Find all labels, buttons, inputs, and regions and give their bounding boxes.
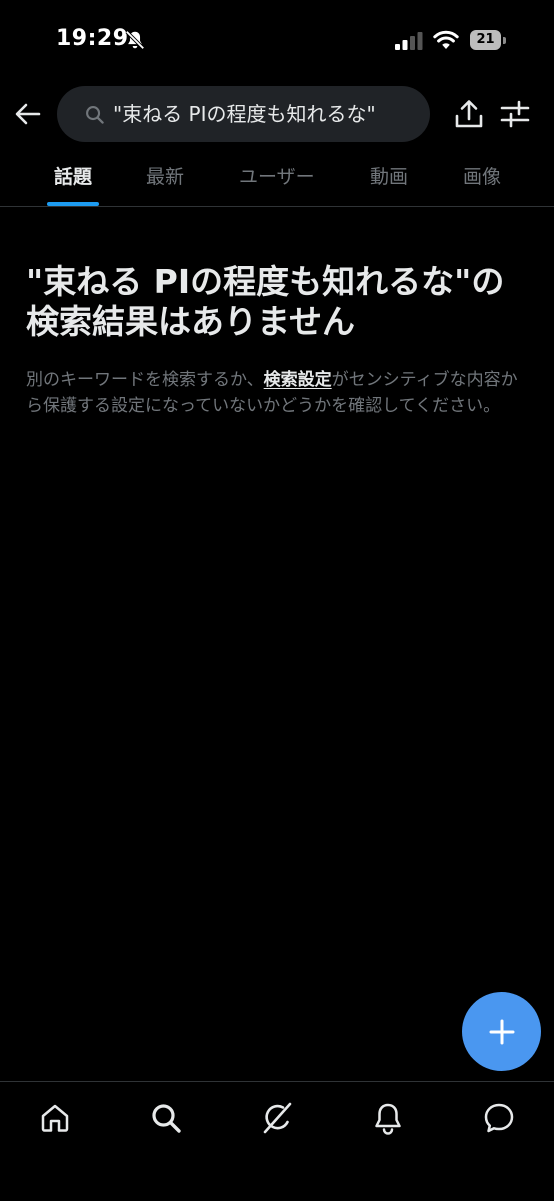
status-bar: 19:29 21	[0, 0, 554, 80]
filter-sliders-icon[interactable]	[500, 99, 530, 129]
bell-slash-icon	[125, 30, 145, 50]
tab-videos[interactable]: 動画	[370, 162, 408, 189]
tab-latest[interactable]: 最新	[146, 162, 184, 189]
active-tab-indicator	[47, 202, 99, 206]
compose-post-button[interactable]	[462, 992, 541, 1071]
search-icon	[86, 106, 104, 124]
nav-grok[interactable]	[259, 1100, 295, 1136]
nav-explore[interactable]	[148, 1100, 184, 1136]
cellular-signal-icon	[395, 32, 423, 50]
search-header: "束ねる PIの程度も知れるな"	[0, 84, 554, 144]
bottom-navigation	[0, 1081, 554, 1201]
search-input[interactable]: "束ねる PIの程度も知れるな"	[57, 86, 430, 142]
search-icon	[152, 1104, 181, 1133]
bell-icon	[375, 1103, 401, 1135]
arrow-left-icon[interactable]	[12, 98, 44, 130]
tab-top[interactable]: 話題	[54, 162, 92, 189]
tab-images[interactable]: 画像	[463, 162, 501, 189]
nav-messages[interactable]	[481, 1100, 517, 1136]
empty-state-desc-before: 別のキーワードを検索するか、	[26, 370, 264, 390]
status-time: 19:29	[56, 26, 129, 51]
empty-state-description: 別のキーワードを検索するか、検索設定がセンシティブな内容から保護する設定になって…	[26, 367, 526, 419]
battery-level: 21	[470, 30, 501, 50]
search-tabs: 話題 最新 ユーザー 動画 画像	[0, 148, 554, 207]
plus-icon	[489, 1019, 514, 1044]
battery-indicator: 21	[470, 30, 506, 50]
search-query: "束ねる PIの程度も知れるな"	[113, 102, 376, 126]
tab-users[interactable]: ユーザー	[239, 162, 315, 189]
messages-icon	[484, 1103, 514, 1133]
empty-state-title: "束ねる PIの程度も知れるな"の検索結果はありません	[26, 262, 505, 341]
grok-icon	[263, 1102, 292, 1134]
battery-tip	[503, 37, 506, 44]
nav-notifications[interactable]	[370, 1100, 406, 1136]
search-settings-link[interactable]: 検索設定	[264, 370, 332, 390]
nav-home[interactable]	[37, 1100, 73, 1136]
wifi-icon	[433, 30, 459, 49]
home-icon	[41, 1104, 69, 1132]
share-icon[interactable]	[454, 98, 484, 130]
